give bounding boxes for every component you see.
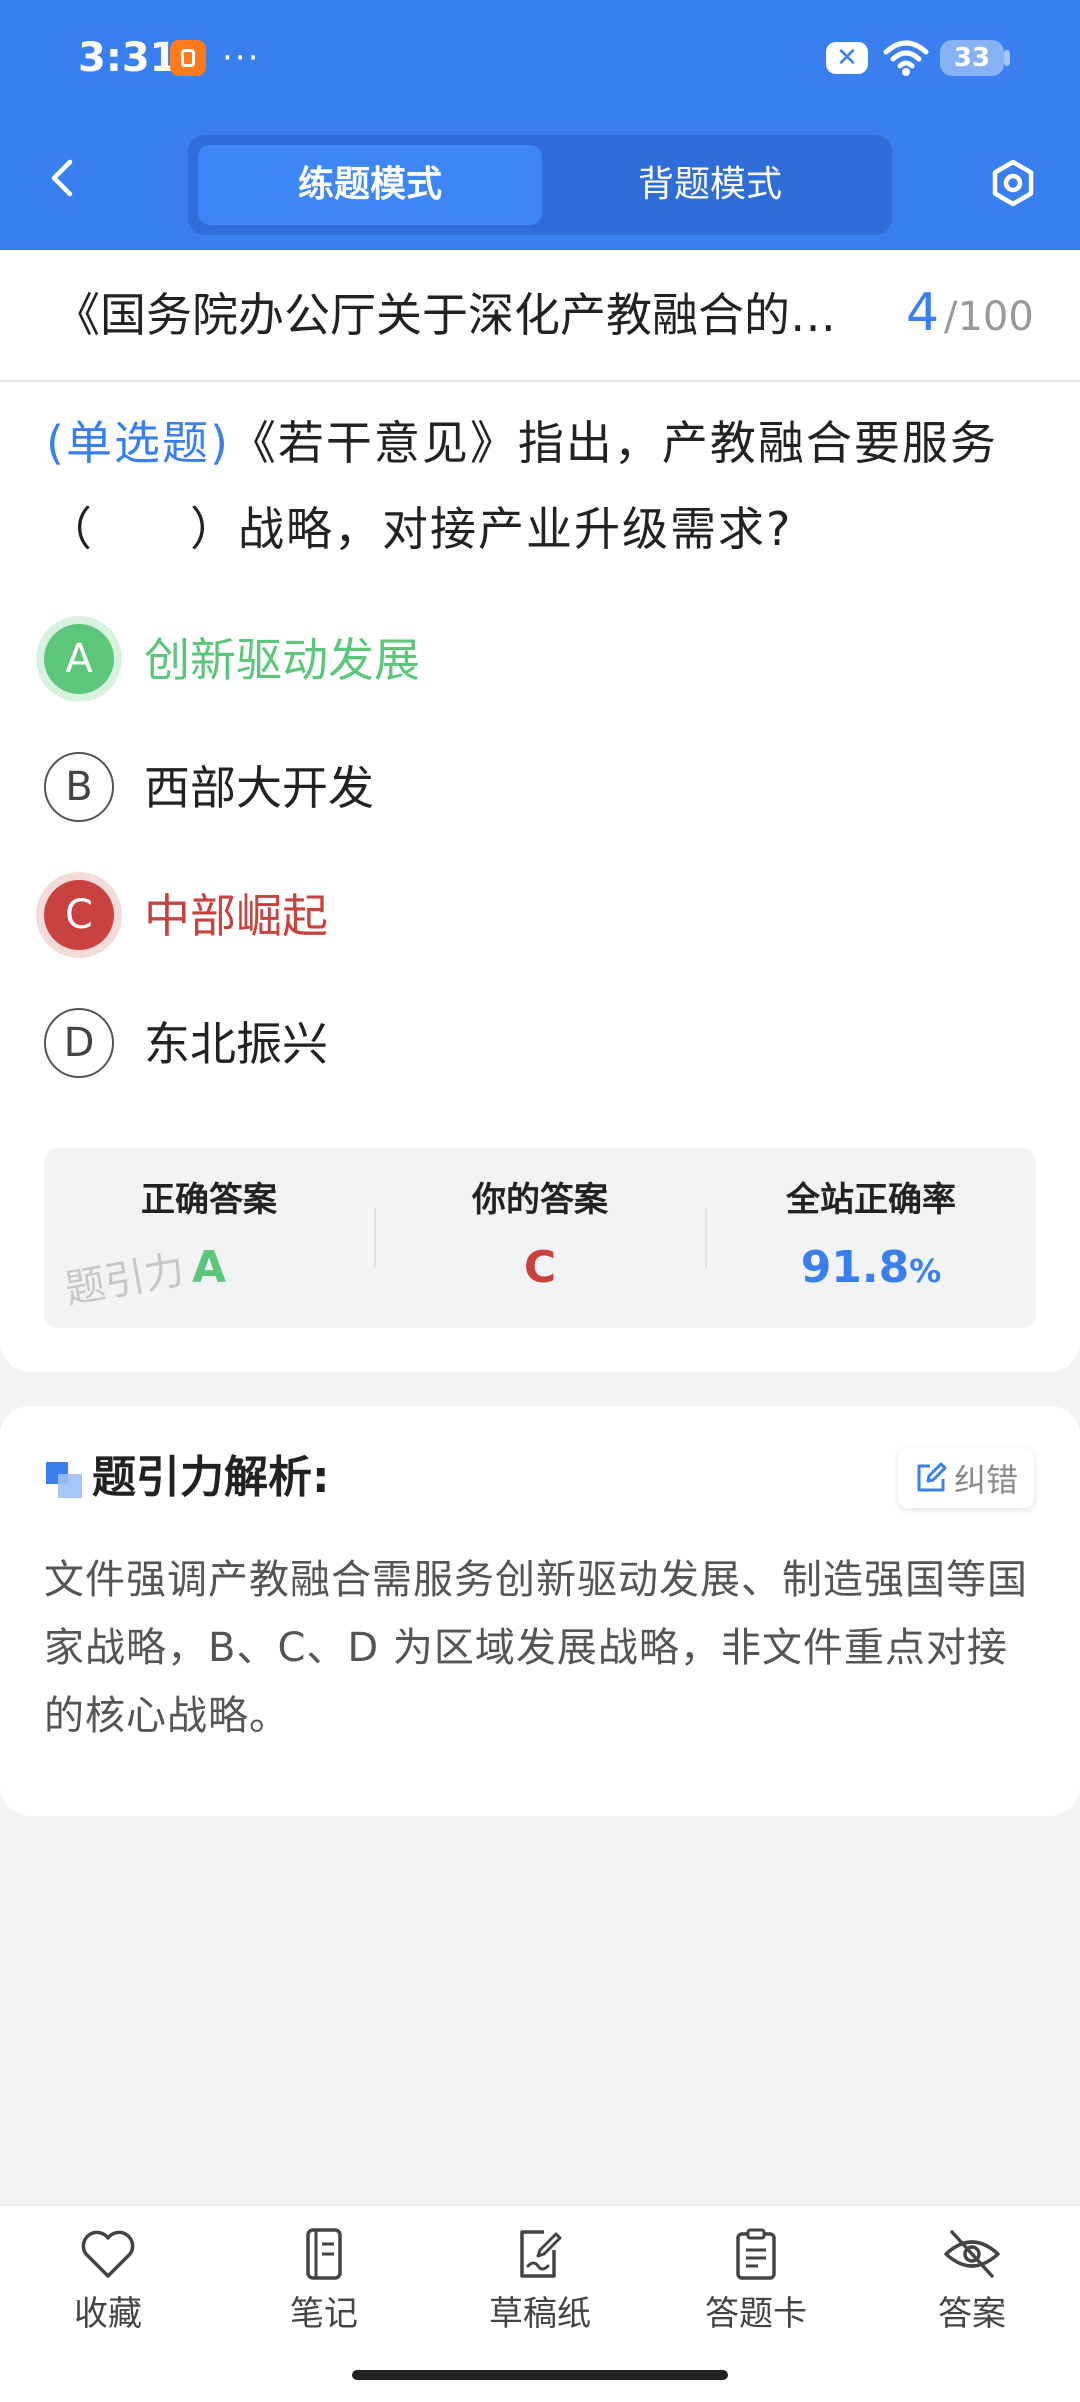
question-type-label: (单选题) [46, 416, 230, 470]
accuracy-unit: % [909, 1252, 942, 1290]
your-answer-label: 你的答案 [472, 1180, 608, 1220]
back-arrow-icon[interactable] [44, 158, 84, 198]
option-letter-b: B [44, 752, 114, 822]
draft-paper-icon [520, 2230, 562, 2278]
analysis-squares-icon [46, 1462, 82, 1498]
edit-icon [917, 1462, 947, 1492]
answer-result-box: 正确答案 A 你的答案 C 全站正确率 91.8% [44, 1148, 1036, 1328]
eye-off-icon [944, 2230, 1000, 2278]
nav-favorite[interactable]: 收藏 [8, 2226, 208, 2356]
nav-label-draft: 草稿纸 [489, 2294, 591, 2334]
nav-label-notes: 笔记 [290, 2294, 358, 2334]
option-text-c: 中部崛起 [144, 889, 328, 943]
accuracy-value: 91.8% [706, 1240, 1036, 1299]
question-total: /100 [944, 294, 1034, 340]
option-text-a: 创新驱动发展 [144, 633, 420, 687]
nav-notes[interactable]: 笔记 [224, 2226, 424, 2356]
nav-label-answer: 答案 [938, 2294, 1006, 2334]
question-number: 4 [906, 283, 940, 343]
option-text-b: 西部大开发 [144, 761, 374, 815]
more-notifications-icon: ··· [222, 38, 261, 78]
accuracy-label: 全站正确率 [786, 1180, 956, 1220]
nav-answer[interactable]: 答案 [872, 2226, 1072, 2356]
tab-review-mode[interactable]: 背题模式 [538, 145, 882, 225]
nav-draft[interactable]: 草稿纸 [440, 2226, 640, 2356]
mode-switch: 练题模式 背题模式 [188, 135, 892, 235]
report-error-button[interactable]: 纠错 [898, 1448, 1034, 1508]
question-text: (单选题)《若干意见》指出，产教融合要服务（ ）战略，对接产业升级需求? [46, 400, 1036, 572]
notebook-icon [306, 2228, 342, 2280]
option-c[interactable]: C 中部崛起 [44, 868, 1034, 968]
report-error-label: 纠错 [953, 1461, 1018, 1499]
accuracy-column: 全站正确率 91.8% [706, 1148, 1036, 1328]
settings-hexagon-icon[interactable] [988, 158, 1038, 208]
tab-practice-mode[interactable]: 练题模式 [198, 145, 542, 225]
status-time: 3:31 [78, 35, 178, 81]
heart-icon [81, 2230, 135, 2278]
correct-answer-label: 正确答案 [141, 1180, 277, 1220]
option-d[interactable]: D 东北振兴 [44, 996, 1034, 1096]
document-title: 《国务院办公厅关于深化产教融合的若干意见》 [54, 288, 874, 342]
option-letter-c: C [44, 880, 114, 950]
battery-tip [1004, 50, 1010, 66]
nav-answer-sheet[interactable]: 答题卡 [656, 2226, 856, 2356]
your-answer-column: 你的答案 C [375, 1148, 705, 1328]
option-letter-a: A [44, 624, 114, 694]
analysis-title: 题引力解析: [92, 1452, 330, 1503]
your-answer-value: C [523, 1242, 557, 1293]
accuracy-number: 91.8 [800, 1242, 910, 1293]
answer-sheet-icon [736, 2228, 776, 2280]
nav-label-favorite: 收藏 [74, 2294, 142, 2334]
option-letter-d: D [44, 1008, 114, 1078]
analysis-text: 文件强调产教融合需服务创新驱动发展、制造强国等国家战略，B、C、D 为区域发展战… [44, 1557, 1028, 1739]
option-a[interactable]: A 创新驱动发展 [44, 612, 1034, 712]
close-badge-icon: ✕ [826, 42, 868, 74]
nav-label-answer-sheet: 答题卡 [705, 2294, 807, 2334]
option-b[interactable]: B 西部大开发 [44, 740, 1034, 840]
home-indicator[interactable] [352, 2370, 728, 2380]
option-text-d: 东北振兴 [144, 1017, 328, 1071]
wifi-icon [883, 40, 929, 76]
shopping-app-icon [170, 40, 206, 76]
battery-indicator: 33 [940, 40, 1004, 76]
